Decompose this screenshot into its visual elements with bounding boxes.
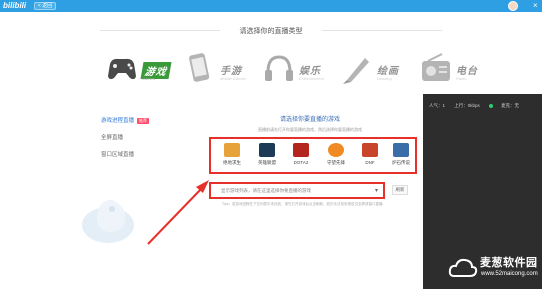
- popularity-stat: 人气：1: [429, 103, 446, 108]
- category-label: 手游: [220, 66, 242, 77]
- watermark-url: www.52maicong.com: [481, 271, 538, 277]
- cloud-icon: [448, 258, 478, 277]
- avatar[interactable]: [508, 1, 518, 11]
- category-sub: Radio: [456, 76, 467, 81]
- category-drawing[interactable]: 绘画 Drawing: [339, 50, 419, 90]
- mode-menu: 游戏进程直播 推荐 全屏直播 窗口区域直播: [93, 113, 151, 164]
- dota2-icon: [293, 143, 309, 157]
- back-button[interactable]: < 返回: [34, 2, 56, 10]
- bilibili-logo: bilibili: [3, 1, 27, 10]
- game-name: DNF: [365, 160, 375, 165]
- game-name: 炉石传说: [392, 160, 410, 165]
- category-label: 绘画: [377, 66, 399, 77]
- mic-stat: 麦克：无: [501, 103, 520, 108]
- tip-text: Tips：若游戏进程在下拉列表中未找到，请先打开游戏后点击刷新，若仍无法找到请尝…: [222, 202, 383, 206]
- refresh-button[interactable]: 刷新: [392, 185, 408, 195]
- category-sub: Mobile Games: [220, 76, 246, 81]
- menu-item-label: 全屏直播: [101, 135, 124, 141]
- watermark-text: 麦葱软件园: [480, 257, 538, 269]
- game-dota2[interactable]: DOTA2: [286, 143, 316, 173]
- heading-divider-right: [322, 30, 442, 31]
- choose-game-subtitle: 直播前请先打开你要直播的游戏，然后选择你要直播的游戏: [258, 127, 362, 132]
- mascot-illustration: [82, 199, 134, 243]
- game-hearthstone[interactable]: 炉石传说: [386, 143, 416, 173]
- category-label: 娱乐: [299, 66, 321, 77]
- choose-game-title: 请选择你要直播的游戏: [279, 117, 340, 123]
- mic-status-icon: [489, 103, 494, 108]
- menu-item-fullscreen[interactable]: 全屏直播: [93, 130, 151, 147]
- brush-icon: [343, 58, 369, 84]
- category-games[interactable]: 游戏 Games: [104, 50, 184, 90]
- recommend-badge: 推荐: [137, 117, 150, 124]
- menu-item-label: 窗口区域直播: [101, 152, 135, 158]
- category-entertainment[interactable]: 娱乐 Entertainment: [261, 50, 341, 90]
- dnf-icon: [362, 143, 378, 157]
- status-bar: 人气：1 上行：0kbps 麦克：无: [429, 103, 539, 109]
- menu-item-game-process[interactable]: 游戏进程直播 推荐: [93, 113, 151, 130]
- game-overwatch[interactable]: 守望先锋: [321, 143, 351, 173]
- category-label: 电台: [456, 66, 478, 77]
- overwatch-icon: [328, 143, 344, 157]
- hearthstone-icon: [393, 143, 409, 157]
- game-dnf[interactable]: DNF: [355, 143, 385, 173]
- category-mobile[interactable]: 手游 Mobile Games: [182, 50, 262, 90]
- headphones-icon: [265, 55, 293, 81]
- category-sub: Drawing: [377, 76, 392, 81]
- category-sub: Entertainment: [299, 76, 324, 81]
- menu-item-window[interactable]: 窗口区域直播: [93, 147, 151, 164]
- menu-item-label: 游戏进程直播: [101, 118, 135, 124]
- phone-icon: [189, 53, 210, 82]
- game-name: DOTA2: [293, 160, 309, 165]
- category-sub: Games: [142, 76, 155, 81]
- watermark: 麦葱软件园 www.52maicong.com: [446, 250, 542, 286]
- radio-icon: [422, 53, 450, 81]
- game-name: 守望先锋: [327, 160, 345, 165]
- top-bar: bilibili < 返回 ×: [0, 0, 542, 12]
- page-title: 请选择你的直播类型: [239, 28, 303, 35]
- game-name: 英雄联盟: [258, 160, 276, 165]
- bitrate-stat: 上行：0kbps: [454, 103, 480, 108]
- close-icon[interactable]: ×: [533, 1, 538, 11]
- game-lol[interactable]: 英雄联盟: [252, 143, 282, 173]
- chevron-down-icon: ▾: [374, 188, 378, 194]
- pubg-icon: [224, 143, 240, 157]
- game-select-value: 显示游戏列表，请在这里选择你要直播的游戏: [221, 188, 311, 193]
- game-pubg[interactable]: 绝地求生: [217, 143, 247, 173]
- gamepad-icon: [108, 58, 136, 80]
- game-name: 绝地求生: [223, 160, 241, 165]
- game-select[interactable]: 显示游戏列表，请在这里选择你要直播的游戏 ▾: [209, 182, 385, 199]
- game-list: 绝地求生 英雄联盟 DOTA2 守望先锋 DNF 炉石传说: [209, 137, 417, 174]
- category-radio[interactable]: 电台 Radio: [418, 50, 498, 90]
- lol-icon: [259, 143, 275, 157]
